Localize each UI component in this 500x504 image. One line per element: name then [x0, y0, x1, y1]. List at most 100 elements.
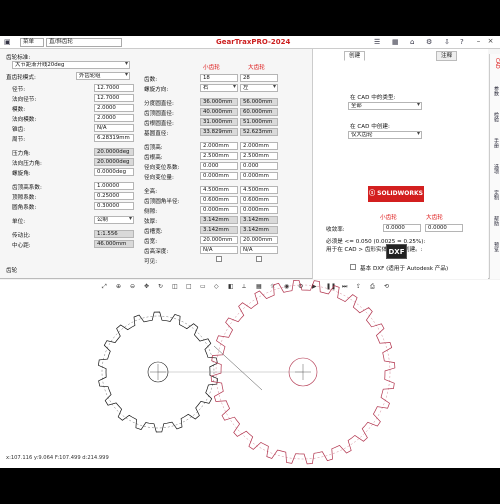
convergence-small-input[interactable]: 0.0000 [383, 224, 421, 232]
pressure-angle-input[interactable]: 20.0000deg [94, 148, 134, 156]
row-small-value[interactable]: N/A [200, 246, 238, 254]
row-small-value: 31.000mm [200, 118, 238, 126]
gear-preview-canvas[interactable]: ⤢ ⊕ ⊖ ✥ ↻ ◫ □ ▭ ◇ ◧ ⟂ ▦ ☼ ◉ ⚙ ▶ ❚❚ ⏭ ⇪ ⎙… [0, 280, 500, 468]
gear-type-dropdown[interactable]: 直/斜齿轮 [46, 38, 122, 47]
field-label: 圆角系数: [12, 205, 37, 211]
row-large-value[interactable]: 2.500mm [240, 152, 278, 160]
field-label: 齿顶高系数: [12, 185, 42, 191]
row-small-value[interactable]: 2.500mm [200, 152, 238, 160]
teeth-large-input[interactable]: 28 [240, 74, 278, 82]
side-tab-params[interactable]: 参数 [491, 86, 500, 96]
addendum-coef-input[interactable]: 1.00000 [94, 182, 134, 190]
cad-type-select[interactable]: 全部 [348, 102, 422, 110]
row-large-value[interactable]: 4.500mm [240, 186, 278, 194]
helix-large-select[interactable]: 左 [240, 84, 278, 92]
right-side-tabs: CAD 参数 检验 手册 选项 定制 帮助 预览 [489, 54, 500, 279]
row-small-value: 3.142mm [200, 226, 238, 234]
teeth-small-input[interactable]: 18 [200, 74, 238, 82]
title-bar: ▣ 菜单 直/斜齿轮 GearTraxPRO-2024 ☰ ▦ ⌂ ⚙ ⇩ ? … [0, 36, 500, 49]
side-tab-help[interactable]: 帮助 [491, 216, 500, 226]
field-label: 单位: [12, 219, 26, 225]
bevel-input[interactable]: N/A [94, 124, 134, 132]
side-tab-cad[interactable]: CAD [491, 58, 500, 69]
row-label: 基圆直径: [144, 131, 169, 137]
row-large-value: 51.000mm [240, 118, 278, 126]
row-large-value: 3.142mm [240, 226, 278, 234]
helix-dir-label: 螺旋方向: [144, 87, 169, 93]
field-label: 法向压力角: [12, 161, 42, 167]
menu-dropdown[interactable]: 菜单 [20, 38, 44, 47]
field-label: 锥齿: [12, 127, 26, 133]
visible-label: 可见: [144, 259, 158, 265]
view-icon[interactable]: ▦ [392, 38, 399, 46]
normal-pressure-angle-input[interactable]: 20.0000deg [94, 158, 134, 166]
visible-large-checkbox[interactable] [256, 256, 262, 262]
parameter-panel: 齿轮标准: 大节距渐开线20deg 直齿轮模式: 外齿轮组 径节: 12.700… [0, 49, 500, 279]
unit-select[interactable]: 公制 [94, 216, 134, 224]
row-label: 径向变位系数: [144, 165, 180, 171]
row-large-value[interactable]: N/A [240, 246, 278, 254]
side-tab-custom[interactable]: 定制 [491, 190, 500, 200]
field-label: 螺旋角: [12, 171, 31, 177]
clearance-coef-input[interactable]: 0.25000 [94, 192, 134, 200]
small-gear-header-right: 小齿轮 [380, 215, 397, 221]
field-label: 周节: [12, 137, 26, 143]
home-icon[interactable]: ⌂ [410, 38, 414, 46]
standard-label: 齿轮标准: [6, 55, 31, 61]
visible-small-checkbox[interactable] [216, 256, 222, 262]
module-input[interactable]: 2.0000 [94, 104, 134, 112]
small-gear-header: 小齿轮 [203, 65, 220, 71]
row-large-value[interactable]: 0.000 [240, 162, 278, 170]
side-tab-preview[interactable]: 预览 [491, 242, 500, 252]
helix-small-select[interactable]: 右 [200, 84, 238, 92]
row-small-value[interactable]: 0.600mm [200, 196, 238, 204]
cad-create-select[interactable]: 仅大齿轮 [348, 131, 422, 139]
normal-module-input[interactable]: 2.0000 [94, 114, 134, 122]
gear-icon[interactable]: ⚙ [426, 38, 432, 46]
tab-notes[interactable]: 注释 [436, 51, 458, 61]
fillet-coef-input[interactable]: 0.30000 [94, 202, 134, 210]
download-icon[interactable]: ⇩ [444, 38, 450, 46]
row-small-value[interactable]: 2.000mm [200, 142, 238, 150]
row-small-value[interactable]: 20.000mm [200, 236, 238, 244]
row-small-value[interactable]: 0.000 [200, 162, 238, 170]
geartrax-window: ▣ 菜单 直/斜齿轮 GearTraxPRO-2024 ☰ ▦ ⌂ ⚙ ⇩ ? … [0, 36, 500, 468]
help-icon[interactable]: ? [460, 38, 464, 46]
field-label: 压力角: [12, 151, 31, 157]
row-large-value: 60.000mm [240, 108, 278, 116]
large-gear-header: 大齿轮 [248, 65, 265, 71]
tab-create[interactable]: 创建 [344, 51, 366, 61]
footer-label: 齿轮 [6, 268, 18, 274]
convergence-large-input[interactable]: 0.0000 [425, 224, 463, 232]
standard-select[interactable]: 大节距渐开线20deg [12, 61, 130, 69]
side-tab-options[interactable]: 选项 [491, 164, 500, 174]
dxf-button[interactable]: DXF [386, 244, 407, 259]
side-tab-check[interactable]: 检验 [491, 112, 500, 122]
list-icon[interactable]: ☰ [374, 38, 380, 46]
row-small-value[interactable]: 0.000mm [200, 206, 238, 214]
normal-pitch-input[interactable]: 12.7000 [94, 94, 134, 102]
row-large-value[interactable]: 20.000mm [240, 236, 278, 244]
cad-create-label: 在 CAD 中创建: [350, 124, 390, 130]
basic-dxf-checkbox[interactable] [350, 264, 356, 270]
diametral-pitch-input[interactable]: 12.7000 [94, 84, 134, 92]
close-button[interactable]: × [486, 37, 495, 47]
side-tab-manual[interactable]: 手册 [491, 138, 500, 148]
row-small-value: 40.000mm [200, 108, 238, 116]
helix-angle-input[interactable]: 0.0000deg [94, 168, 134, 176]
row-large-value[interactable]: 0.600mm [240, 196, 278, 204]
row-large-value: 3.142mm [240, 216, 278, 224]
row-large-value[interactable]: 0.000mm [240, 206, 278, 214]
row-large-value: 52.623mm [240, 128, 278, 136]
teeth-label: 齿数: [144, 77, 158, 83]
circular-pitch-input[interactable]: 6.28319mm [94, 134, 134, 142]
mode-select[interactable]: 外齿轮组 [76, 72, 130, 80]
minimize-button[interactable]: – [474, 37, 483, 47]
row-label: 齿根圆直径: [144, 121, 174, 127]
row-small-value: 36.000mm [200, 98, 238, 106]
row-large-value[interactable]: 0.000mm [240, 172, 278, 180]
row-small-value[interactable]: 4.500mm [200, 186, 238, 194]
row-small-value[interactable]: 0.000mm [200, 172, 238, 180]
row-large-value[interactable]: 2.000mm [240, 142, 278, 150]
solidworks-button[interactable]: ⓢ SOLIDWORKS [368, 186, 424, 202]
